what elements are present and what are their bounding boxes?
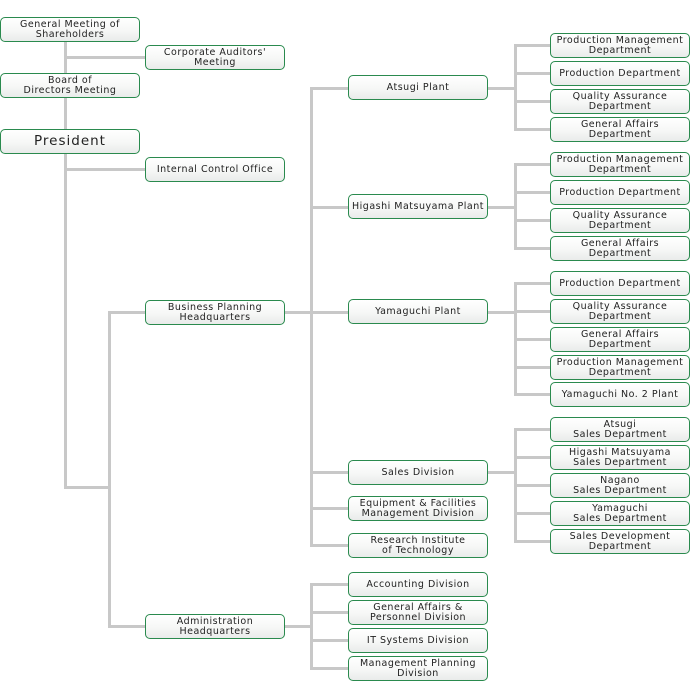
connector-yamaguchi-d4	[514, 366, 550, 369]
node-higashi-dept: Production Department	[550, 180, 690, 205]
connector-to-admin-hq	[108, 625, 145, 628]
node-yamaguchi-dept: Quality Assurance Department	[550, 299, 690, 324]
connector-to-atsugi-plant	[310, 87, 348, 90]
connector-admin-d3	[310, 639, 348, 642]
connector-higashi-d4	[514, 247, 550, 250]
connector-atsugi-d2	[514, 72, 550, 75]
connector-bp-trunk	[310, 87, 313, 547]
connector-to-auditors	[64, 56, 145, 59]
connector-higashi-d1	[514, 163, 550, 166]
connector-to-higashi-plant	[310, 206, 348, 209]
node-atsugi-dept: Production Department	[550, 61, 690, 86]
connector-admin-out	[284, 625, 312, 628]
node-general-meeting: General Meeting of Shareholders	[0, 17, 140, 42]
node-yamaguchi-plant: Yamaguchi Plant	[348, 299, 488, 324]
connector-to-research-institute	[310, 544, 348, 547]
connector-higashi-d2	[514, 191, 550, 194]
connector-yamaguchi-d1	[514, 282, 550, 285]
node-admin-division: IT Systems Division	[348, 628, 488, 653]
node-sales-dept: Yamaguchi Sales Department	[550, 501, 690, 526]
connector-hq-trunk	[108, 311, 111, 628]
connector-atsugi-d1	[514, 44, 550, 47]
connector-to-sales-division	[310, 471, 348, 474]
node-equipment-facilities-division: Equipment & Facilities Management Divisi…	[348, 496, 488, 521]
connector-admin-d1	[310, 583, 348, 586]
node-sales-dept: Higashi Matsuyama Sales Department	[550, 445, 690, 470]
connector-admin-trunk	[310, 583, 313, 670]
node-administration-hq: Administration Headquarters	[145, 614, 285, 639]
node-higashi-dept: Production Management Department	[550, 152, 690, 177]
connector-sales-d4	[514, 512, 550, 515]
connector-bp-hq-out	[284, 311, 312, 314]
connector-atsugi-d4	[514, 128, 550, 131]
connector-to-yamaguchi-plant	[310, 311, 348, 314]
connector-sales-d3	[514, 484, 550, 487]
node-sales-dept: Sales Development Department	[550, 529, 690, 554]
node-president: President	[0, 129, 140, 154]
connector-higashi-trunk	[514, 163, 517, 250]
connector-to-bp-hq	[108, 311, 145, 314]
node-internal-control-office: Internal Control Office	[145, 157, 285, 182]
node-board-of-directors: Board of Directors Meeting	[0, 73, 140, 98]
node-business-planning-hq: Business Planning Headquarters	[145, 300, 285, 325]
node-yamaguchi-dept: General Affairs Department	[550, 327, 690, 352]
connector-president-to-hq-branch	[64, 486, 110, 489]
node-admin-division: General Affairs & Personnel Division	[348, 600, 488, 625]
node-yamaguchi-dept: Production Management Department	[550, 355, 690, 380]
connector-higashi-out	[487, 206, 516, 209]
node-sales-division: Sales Division	[348, 460, 488, 485]
node-yamaguchi-dept: Production Department	[550, 271, 690, 296]
connector-to-internal-control	[64, 168, 145, 171]
connector-president-down	[64, 153, 67, 488]
node-higashi-dept: General Affairs Department	[550, 236, 690, 261]
node-atsugi-dept: Production Management Department	[550, 33, 690, 58]
connector-yamaguchi-d3	[514, 338, 550, 341]
connector-to-equipment-division	[310, 507, 348, 510]
connector-sales-d2	[514, 456, 550, 459]
node-yamaguchi-dept: Yamaguchi No. 2 Plant	[550, 382, 690, 407]
node-higashi-matsuyama-plant: Higashi Matsuyama Plant	[348, 194, 488, 219]
connector-sales-out	[487, 471, 516, 474]
connector-yamaguchi-d2	[514, 310, 550, 313]
node-atsugi-dept: General Affairs Department	[550, 117, 690, 142]
org-chart: General Meeting of Shareholders Corporat…	[0, 0, 690, 694]
connector-yamaguchi-out	[487, 311, 516, 314]
node-research-institute: Research Institute of Technology	[348, 533, 488, 558]
node-higashi-dept: Quality Assurance Department	[550, 208, 690, 233]
connector-yamaguchi-d5	[514, 393, 550, 396]
node-corporate-auditors: Corporate Auditors' Meeting	[145, 45, 285, 70]
connector-admin-d2	[310, 611, 348, 614]
connector-atsugi-d3	[514, 100, 550, 103]
node-admin-division: Accounting Division	[348, 572, 488, 597]
node-sales-dept: Nagano Sales Department	[550, 473, 690, 498]
node-admin-division: Management Planning Division	[348, 656, 488, 681]
node-sales-dept: Atsugi Sales Department	[550, 417, 690, 442]
connector-sales-d1	[514, 428, 550, 431]
connector-atsugi-trunk	[514, 44, 517, 131]
connector-atsugi-out	[487, 87, 516, 90]
node-atsugi-plant: Atsugi Plant	[348, 75, 488, 100]
node-atsugi-dept: Quality Assurance Department	[550, 89, 690, 114]
connector-higashi-d3	[514, 219, 550, 222]
connector-admin-d4	[310, 667, 348, 670]
connector-sales-d5	[514, 540, 550, 543]
